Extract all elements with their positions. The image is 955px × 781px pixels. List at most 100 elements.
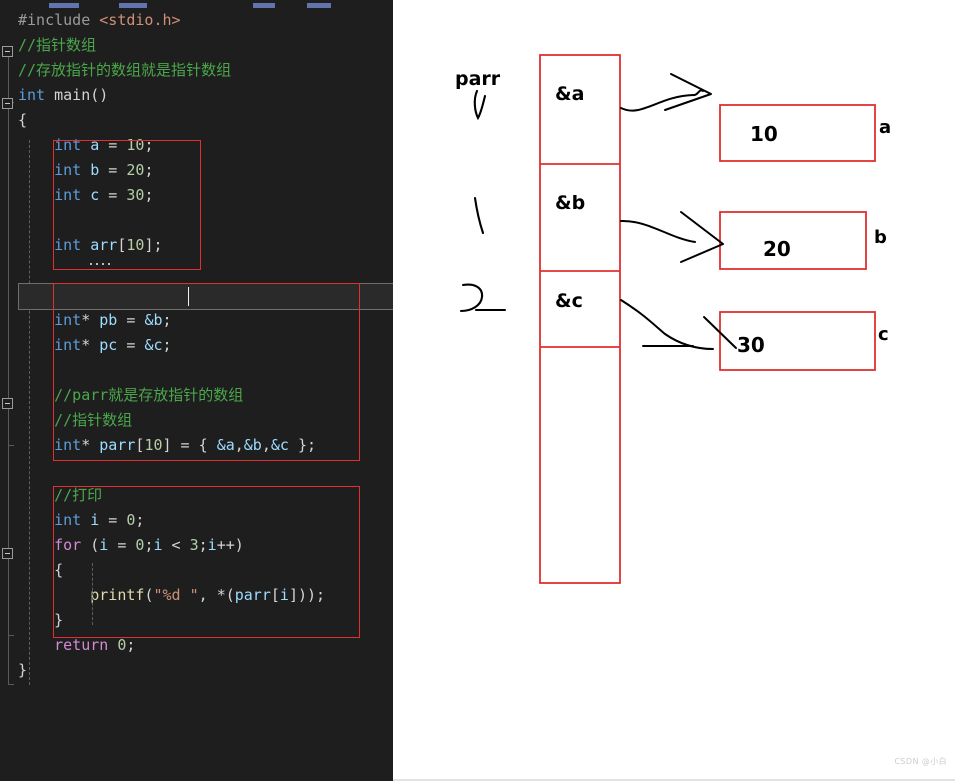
code-line[interactable]: //指针数组 [18,33,325,58]
code-token: a [90,136,100,154]
code-token: [ [270,586,280,604]
fold-marker-icon[interactable] [2,398,13,409]
text-caret [188,287,189,306]
code-line[interactable] [18,208,325,233]
code-line[interactable]: int main() [18,83,325,108]
code-line[interactable]: int* pc = &c; [18,333,325,358]
code-token: 10 [126,136,145,154]
code-line[interactable]: printf("%d ", *(parr[i])); [18,583,325,608]
value-a: 10 [750,122,778,146]
code-token: { [54,561,64,579]
code-token: //打印 [54,486,103,504]
code-line[interactable]: int* parr[10] = { &a,&b,&c }; [18,433,325,458]
code-token: "%d " [153,586,199,604]
code-token: 10 [126,236,145,254]
code-token: 10 [144,436,163,454]
code-token: 30 [126,186,145,204]
code-token: for [54,536,82,554]
code-token: b [90,161,100,179]
code-line[interactable]: #include <stdio.h> [18,8,325,33]
code-token: int [54,236,82,254]
code-line[interactable]: { [18,108,325,133]
fold-marker-icon[interactable] [2,46,13,57]
code-line[interactable]: { [18,558,325,583]
code-token: &a [216,436,235,454]
code-line[interactable] [18,258,325,283]
code-token: = [99,511,127,529]
value-b: 20 [763,237,791,261]
code-line[interactable]: for (i = 0;i < 3;i++) [18,533,325,558]
code-token: = [171,436,199,454]
code-line[interactable]: //打印 [18,483,325,508]
code-token: ++ [216,536,235,554]
fold-marker-icon[interactable] [2,548,13,559]
code-token: , [198,586,217,604]
code-token: int [54,311,82,329]
code-line[interactable]: return 0; [18,633,325,658]
code-token: ; [144,136,154,154]
code-token: pc [99,336,118,354]
code-token: i [207,536,217,554]
code-line[interactable]: //parr就是存放指针的数组 [18,383,325,408]
variable-b-label: b [874,227,887,248]
value-c: 30 [737,333,765,357]
code-token: &c [270,436,289,454]
code-editor-pane[interactable]: #include <stdio.h>//指针数组//存放指针的数组就是指针数组 i… [0,0,393,781]
code-token: i [99,536,109,554]
code-token: { [198,436,208,454]
code-token: ; [198,536,208,554]
handdrawn-brace-c [459,283,507,313]
code-token: &c [144,336,163,354]
code-token: ) [234,536,244,554]
code-line[interactable]: int* pb = &b; [18,308,325,333]
code-token: = [99,136,127,154]
code-token: //存放指针的数组就是指针数组 [18,61,232,79]
code-line[interactable]: } [18,608,325,633]
code-token: i [153,536,163,554]
value-box-b [719,211,867,270]
code-line[interactable]: int a = 10; [18,133,325,158]
code-token: int [54,161,82,179]
fold-marker-icon[interactable] [2,98,13,109]
code-line[interactable] [18,358,325,383]
code-line[interactable]: //指针数组 [18,408,325,433]
code-token: , [234,436,244,454]
code-token: ) [297,586,307,604]
code-token: () [90,86,109,104]
code-token: 3 [189,536,199,554]
code-token: //指针数组 [54,411,133,429]
fold-guide-end [8,445,14,446]
code-line[interactable]: //存放指针的数组就是指针数组 [18,58,325,83]
code-token: ; [153,236,163,254]
code-token: ; [126,636,136,654]
handdrawn-brace-a [473,89,487,121]
array-cell-1-label: &b [555,192,586,214]
code-token: int [54,186,82,204]
code-token: i [90,511,100,529]
arrow-a [620,73,712,112]
array-cell-0-label: &a [555,83,585,105]
code-token: arr [90,236,118,254]
indent-guide [92,563,93,625]
editor-outlining-gutter[interactable] [0,8,18,781]
code-token: * [81,336,100,354]
code-token: } [297,436,307,454]
source-code[interactable]: #include <stdio.h>//指针数组//存放指针的数组就是指针数组 i… [18,8,325,683]
code-token: * [216,586,226,604]
code-line[interactable] [18,458,325,483]
code-token: ; [307,436,317,454]
fold-guide [8,559,9,635]
code-token: } [18,661,28,679]
code-line[interactable]: int c = 30; [18,183,325,208]
code-token: 20 [126,161,145,179]
code-line[interactable]: int arr[10]; [18,233,325,258]
current-line-highlight [18,283,393,310]
code-line[interactable]: } [18,658,325,683]
code-line[interactable]: int b = 20; [18,158,325,183]
code-token: ; [316,586,326,604]
code-line[interactable]: int i = 0; [18,508,325,533]
code-token: i [279,586,289,604]
